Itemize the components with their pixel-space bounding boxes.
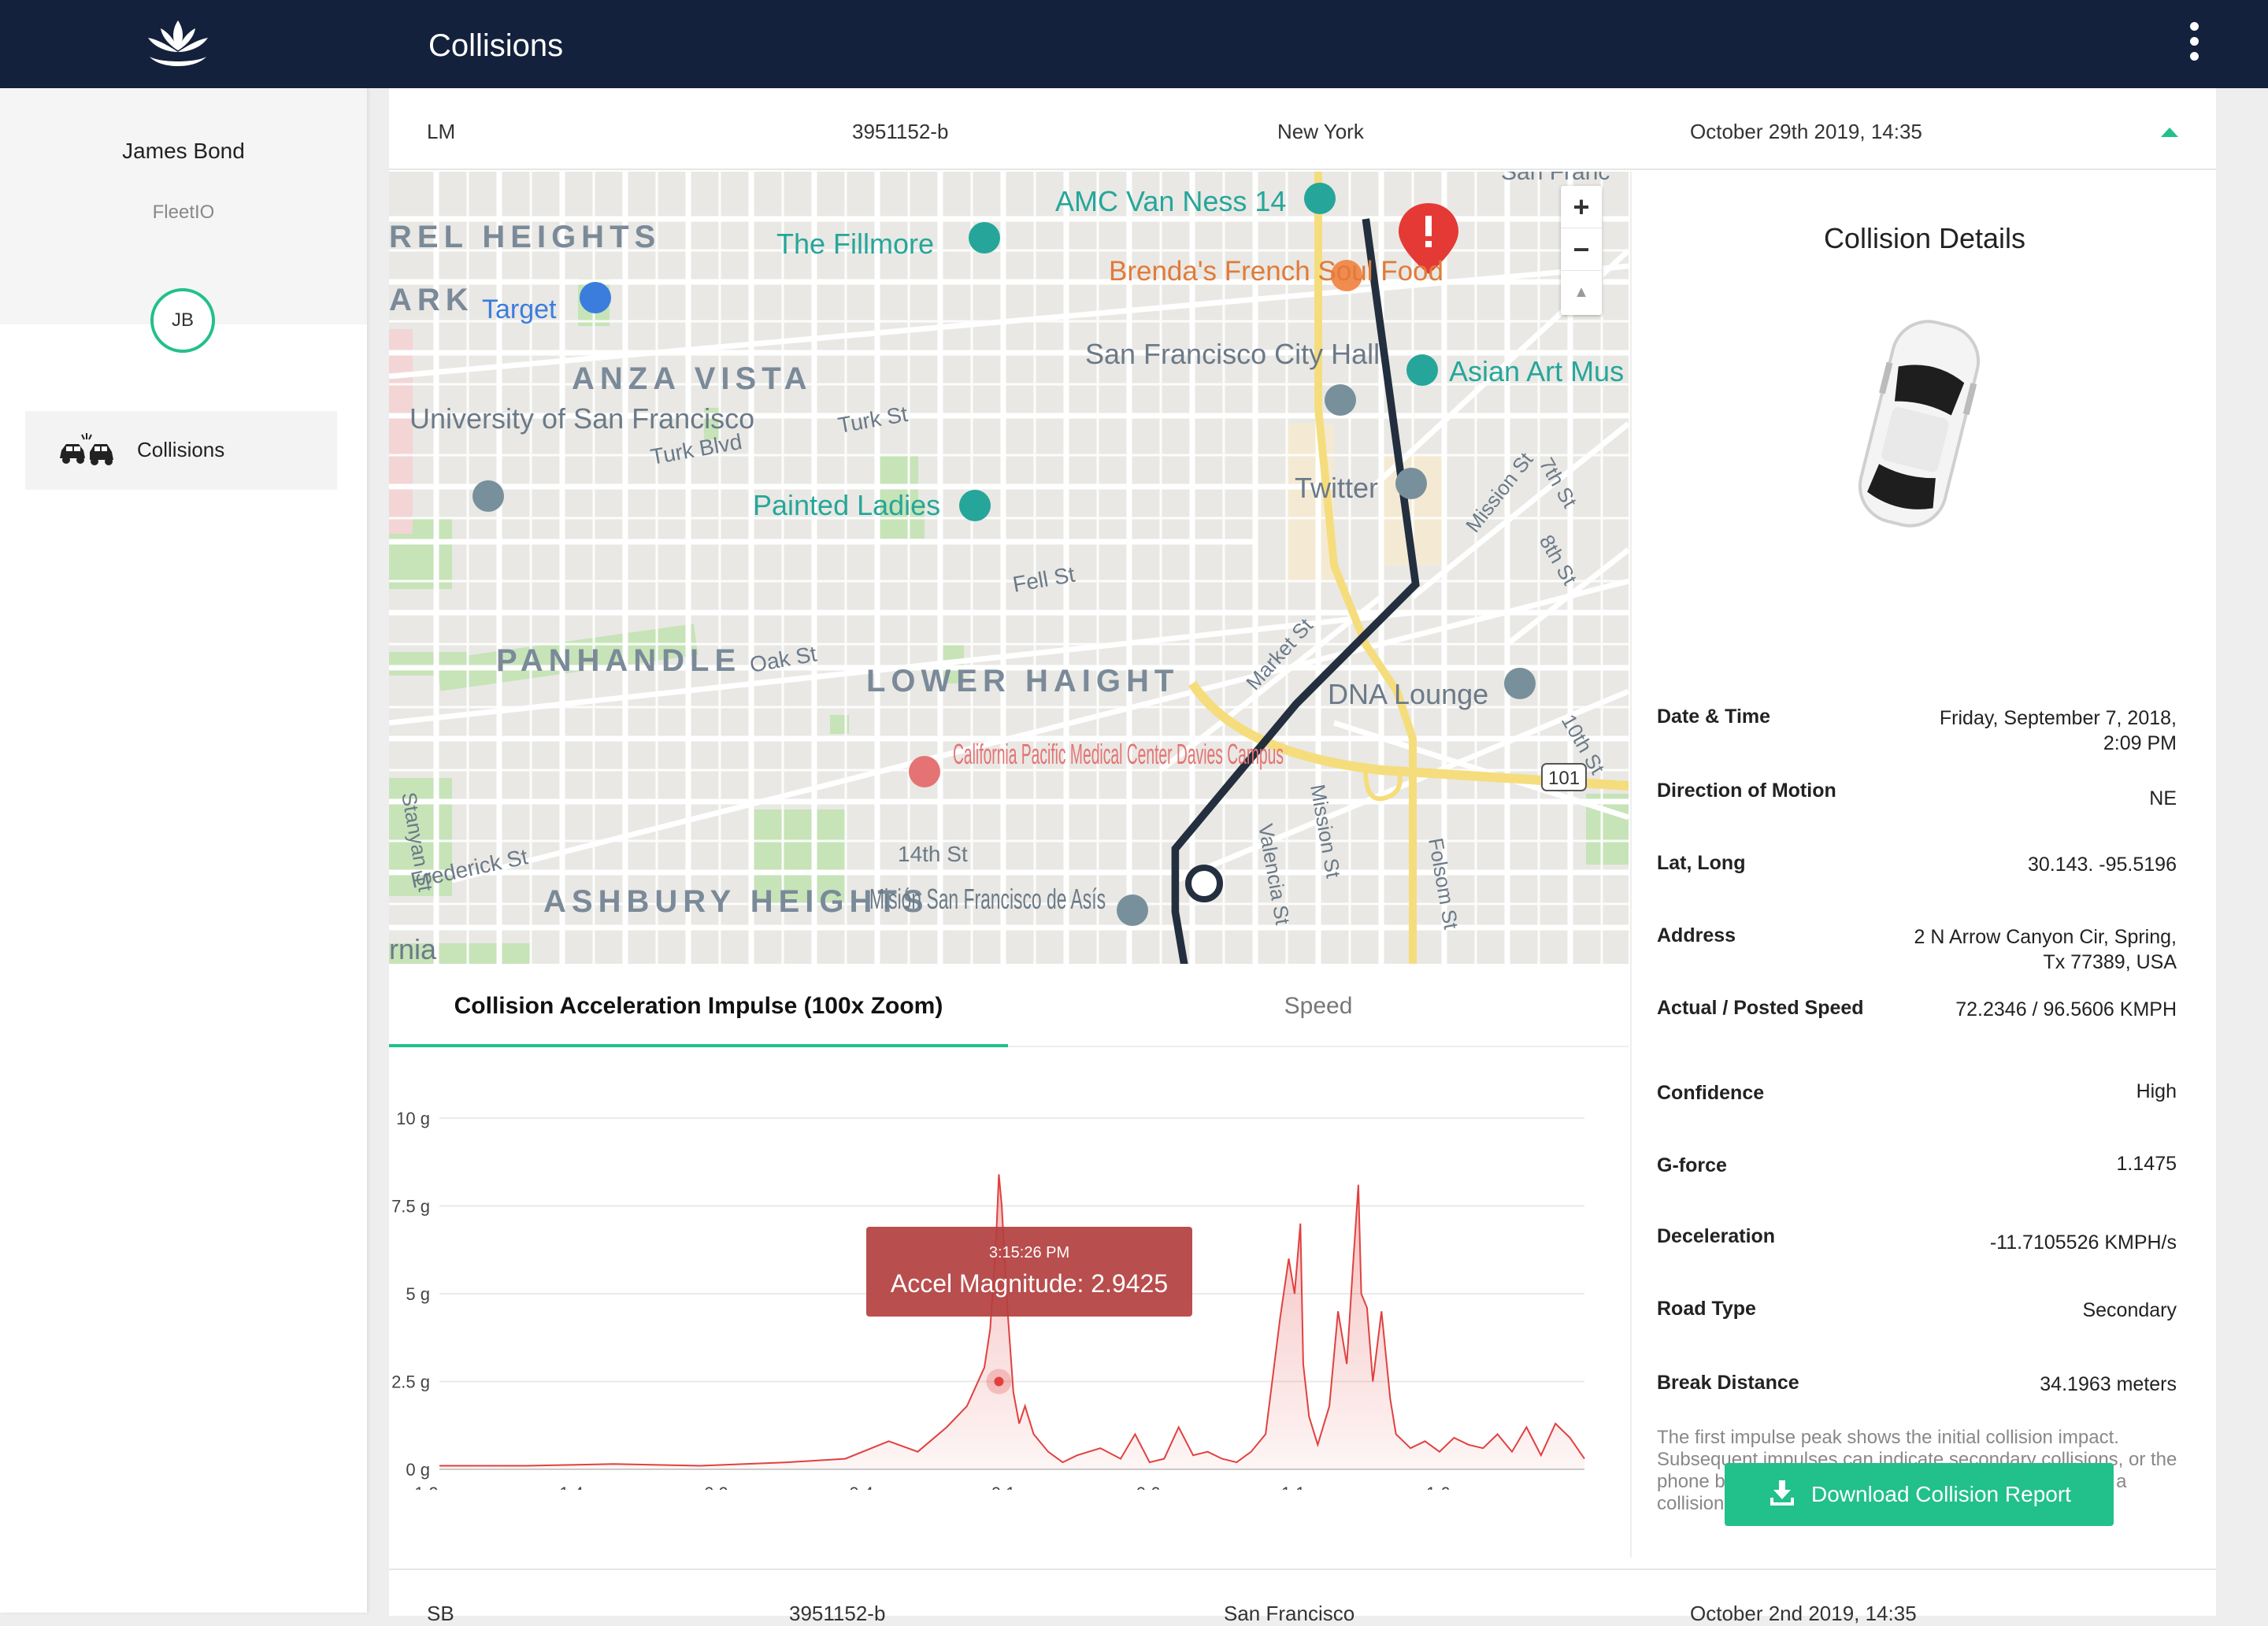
user-name: James Bond	[122, 139, 245, 163]
detail-label: Actual / Posted Speed	[1657, 997, 1864, 1019]
map-label: rnia	[389, 933, 437, 964]
y-tick-label: 2.5 g	[391, 1372, 430, 1392]
detail-label: G-force	[1657, 1154, 1727, 1176]
map-label: California Pacific Medical Center Davies…	[953, 738, 1284, 770]
detail-value: 72.2346 / 96.5606 KMPH	[1955, 998, 2177, 1020]
collision-row-header[interactable]: LM 3951152-b New York October 29th 2019,…	[389, 88, 2216, 170]
map-label: Asian Art Mus	[1449, 355, 1624, 387]
download-report-label: Download Collision Report	[1811, 1482, 2071, 1506]
map-label: ANZA VISTA	[572, 361, 813, 396]
series-area	[439, 1174, 1584, 1469]
map-label: AMC Van Ness 14	[1055, 185, 1286, 217]
x-tick-label: -0.9 sec	[699, 1483, 760, 1490]
detail-value: 1.1475	[2116, 1153, 2177, 1175]
detail-value: High	[2136, 1080, 2177, 1102]
detail-label: Lat, Long	[1657, 852, 1746, 874]
detail-value: Friday, September 7, 2018, 2:09 PM	[1939, 707, 2177, 754]
x-tick-label: -1.4 sec	[554, 1483, 615, 1490]
map-label: 14th St	[898, 842, 968, 866]
row-datetime: October 2nd 2019, 14:35	[1690, 1602, 1917, 1625]
route-map[interactable]: REL HEIGHTS ARK Target The Fillmore AMC …	[389, 172, 1629, 964]
x-tick-label: 0.1 sec	[991, 1483, 1047, 1490]
map-label: University of San Francisco	[410, 402, 754, 435]
map-label: The Fillmore	[776, 228, 934, 260]
car-collision-icon	[60, 433, 113, 465]
x-tick-label: -1.9 sec	[409, 1483, 470, 1490]
chart-tooltip: 3:15:26 PM Accel Magnitude: 2.9425	[866, 1227, 1192, 1317]
y-tick-label: 7.5 g	[391, 1197, 430, 1217]
row-city: San Francisco	[1224, 1602, 1355, 1625]
car-top-view-icon	[1858, 320, 1981, 528]
detail-value: 34.1963 meters	[2040, 1373, 2177, 1395]
detail-label: Deceleration	[1657, 1225, 1776, 1247]
map-label: Twitter	[1295, 472, 1378, 504]
compass-button[interactable]: ▲	[1561, 271, 1602, 313]
row-id: 3951152-b	[852, 120, 949, 143]
detail-value: 2 N Arrow Canyon Cir, Spring, Tx 77389, …	[1914, 926, 2177, 973]
details-title: Collision Details	[1823, 222, 2026, 254]
tooltip-value: Accel Magnitude: 2.9425	[890, 1269, 1169, 1298]
detail-label: Break Distance	[1657, 1372, 1799, 1394]
detail-label: Address	[1657, 924, 1736, 946]
map-label: Misión San Francisco de Asís	[869, 883, 1106, 915]
avatar[interactable]: JB	[150, 288, 215, 353]
map-label: San Francisco City Hall	[1085, 338, 1380, 370]
map-label: LOWER HAIGHT	[866, 664, 1179, 698]
detail-value: 30.143. -95.5196	[2027, 854, 2177, 876]
sidebar: James Bond FleetIO JB Collisions	[0, 88, 367, 1613]
more-menu-icon[interactable]	[2181, 22, 2207, 66]
map-label: Painted Ladies	[753, 489, 940, 521]
zoom-out-button[interactable]: −	[1561, 228, 1602, 271]
map-label: DNA Lounge	[1328, 678, 1488, 710]
x-tick-label: 1.1 sec	[1281, 1483, 1337, 1490]
tab-speed[interactable]: Speed	[1008, 965, 1629, 1047]
lotus-logo-icon	[148, 20, 208, 66]
tab-acceleration-impulse[interactable]: Collision Acceleration Impulse (100x Zoo…	[389, 965, 1008, 1047]
map-zoom-control: + − ▲	[1561, 186, 1602, 315]
map-label: ARK	[389, 283, 474, 317]
zoom-in-button[interactable]: +	[1561, 186, 1602, 228]
row-code: SB	[427, 1602, 454, 1625]
row-city: New York	[1277, 120, 1364, 143]
row-code: LM	[427, 120, 456, 143]
detail-label: Date & Time	[1657, 706, 1771, 728]
map-canvas[interactable]: REL HEIGHTS ARK Target The Fillmore AMC …	[389, 172, 1629, 964]
map-label: 101	[1548, 768, 1580, 789]
sidebar-item-collisions[interactable]: Collisions	[25, 411, 337, 490]
collision-details-pane: Collision Details Date & Time Friday, Se…	[1630, 172, 2216, 1557]
detail-value: -11.7105526 KMPH/s	[1989, 1232, 2177, 1254]
top-bar: Collisions	[0, 0, 2268, 88]
detail-label: Confidence	[1657, 1082, 1765, 1104]
detail-label: Road Type	[1657, 1298, 1756, 1320]
collision-panel: LM 3951152-b New York October 29th 2019,…	[389, 88, 2216, 1613]
company-name: FleetIO	[152, 202, 215, 223]
detail-label: Direction of Motion	[1657, 780, 1836, 802]
page-title: Collisions	[428, 28, 564, 63]
y-tick-label: 5 g	[406, 1284, 430, 1304]
map-label: San Franc	[1501, 172, 1610, 185]
map-label: REL HEIGHTS	[389, 220, 661, 254]
download-report-button[interactable]: Download Collision Report	[1725, 1463, 2114, 1526]
collision-row-next[interactable]: SB 3951152-b San Francisco October 2nd 2…	[389, 1569, 2216, 1625]
sidebar-item-label: Collisions	[137, 438, 225, 461]
map-label: PANHANDLE	[496, 643, 741, 678]
x-tick-label: -0.4 sec	[843, 1483, 905, 1490]
download-icon	[1770, 1480, 1794, 1506]
row-id: 3951152-b	[789, 1602, 886, 1625]
map-label: Target	[482, 294, 557, 324]
x-tick-label: 1.6 sec	[1426, 1483, 1482, 1490]
detail-value: NE	[2149, 787, 2177, 809]
row-datetime: October 29th 2019, 14:35	[1690, 120, 1922, 143]
chart-tabs: Collision Acceleration Impulse (100x Zoo…	[389, 965, 1629, 1047]
y-tick-label: 0 g	[406, 1460, 430, 1480]
route-start-marker[interactable]	[1185, 865, 1223, 902]
detail-value: Secondary	[2082, 1299, 2177, 1321]
collapse-caret-icon[interactable]	[2161, 128, 2178, 137]
tooltip-time: 3:15:26 PM	[988, 1244, 1070, 1261]
map-label: Brenda's French Soul Food	[1109, 256, 1443, 287]
highlight-point	[994, 1376, 1004, 1387]
y-tick-label: 10 g	[396, 1109, 430, 1128]
x-tick-label: 0.6 sec	[1136, 1483, 1192, 1490]
